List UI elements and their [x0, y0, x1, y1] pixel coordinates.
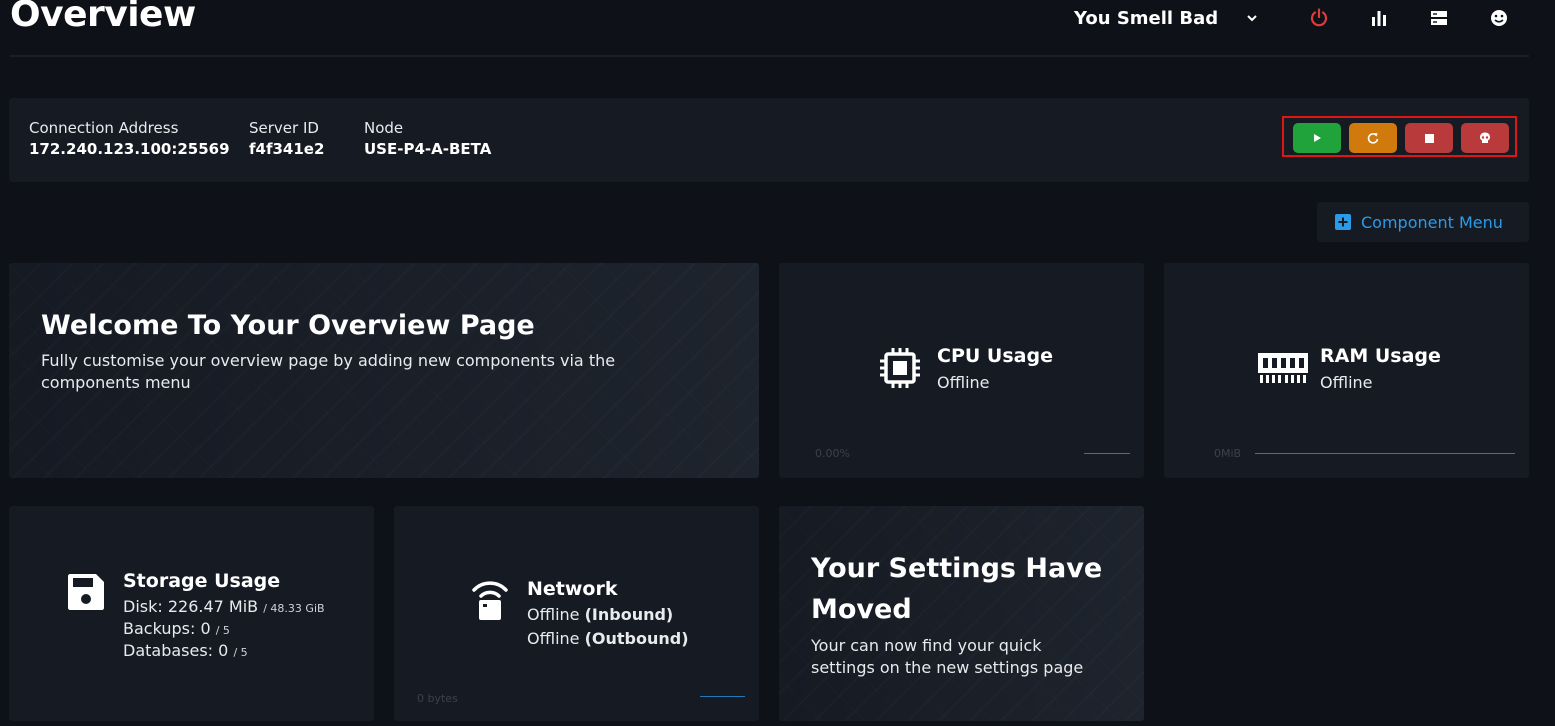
- network-outbound: Offline (Outbound): [527, 629, 689, 648]
- power-controls: [1282, 116, 1517, 157]
- ram-graph-label: 0MiB: [1214, 447, 1242, 460]
- kill-button[interactable]: [1461, 123, 1509, 153]
- backups-used: Backups: 0: [123, 619, 211, 638]
- component-menu-label: Component Menu: [1361, 212, 1503, 232]
- component-menu-button[interactable]: Component Menu: [1317, 202, 1529, 242]
- router-icon: [472, 581, 508, 620]
- bar-chart-icon[interactable]: [1369, 8, 1389, 28]
- connection-label: Connection Address: [29, 119, 179, 137]
- restart-button[interactable]: [1349, 123, 1397, 153]
- header: Overview You Smell Bad: [0, 0, 1555, 40]
- storage-databases: Databases: 0 / 5: [123, 641, 248, 660]
- settings-moved-text-1: Your can now find your quick: [811, 636, 1042, 655]
- floppy-disk-icon: [68, 574, 104, 610]
- network-title: Network: [527, 578, 618, 600]
- cpu-status: Offline: [937, 373, 990, 392]
- inbound-label: (Inbound): [584, 605, 674, 624]
- settings-moved-text-2: settings on the new settings page: [811, 658, 1084, 677]
- chevron-down-icon[interactable]: [1246, 9, 1258, 28]
- settings-moved-card: Your Settings Have Moved Your can now fi…: [779, 506, 1144, 721]
- storage-backups: Backups: 0 / 5: [123, 619, 230, 638]
- ram-title: RAM Usage: [1320, 345, 1441, 367]
- cpu-title: CPU Usage: [937, 345, 1053, 367]
- network-graph-line: [700, 696, 745, 697]
- network-inbound: Offline (Inbound): [527, 605, 673, 624]
- stop-button[interactable]: [1405, 123, 1453, 153]
- welcome-card: Welcome To Your Overview Page Fully cust…: [9, 263, 759, 478]
- network-card: Network Offline (Inbound) Offline (Outbo…: [394, 506, 759, 721]
- cpu-icon: [880, 348, 920, 388]
- ram-icon: [1258, 353, 1308, 383]
- welcome-title: Welcome To Your Overview Page: [41, 310, 535, 341]
- outbound-label: (Outbound): [584, 629, 689, 648]
- disk-used: Disk: 226.47 MiB: [123, 597, 259, 616]
- disk-total: / 48.33 GiB: [263, 602, 325, 615]
- page-title: Overview: [10, 0, 196, 35]
- databases-total: / 5: [233, 646, 248, 659]
- skull-icon: [1480, 132, 1490, 143]
- user-name: You Smell Bad: [1074, 8, 1219, 29]
- storage-usage-card: Storage Usage Disk: 226.47 MiB / 48.33 G…: [9, 506, 374, 721]
- server-id: Server ID f4f341e2: [249, 119, 324, 158]
- databases-used: Databases: 0: [123, 641, 229, 660]
- start-button[interactable]: [1293, 123, 1341, 153]
- backups-total: / 5: [215, 624, 230, 637]
- plus-square-icon: [1335, 214, 1351, 230]
- storage-title: Storage Usage: [123, 570, 281, 592]
- header-divider: [10, 55, 1529, 57]
- server-id-label: Server ID: [249, 119, 319, 137]
- user-menu[interactable]: You Smell Bad: [1074, 8, 1258, 29]
- power-icon[interactable]: [1309, 8, 1329, 28]
- node-label: Node: [364, 119, 404, 137]
- server-icon[interactable]: [1429, 8, 1449, 28]
- node: Node USE-P4-A-BETA: [364, 119, 491, 158]
- settings-moved-title-1: Your Settings Have: [811, 553, 1103, 584]
- outbound-status: Offline: [527, 629, 580, 648]
- ram-usage-card: RAM Usage Offline 0MiB: [1164, 263, 1529, 478]
- restart-icon: [1367, 133, 1379, 144]
- welcome-text: Fully customise your overview page by ad…: [41, 351, 616, 392]
- connection-address: Connection Address 172.240.123.100:25569: [29, 119, 230, 158]
- settings-moved-title-2: Moved: [811, 594, 912, 625]
- node-value: USE-P4-A-BETA: [364, 140, 492, 158]
- play-icon: [1314, 134, 1321, 142]
- storage-disk: Disk: 226.47 MiB / 48.33 GiB: [123, 597, 325, 616]
- cpu-usage-card: CPU Usage Offline 0.00%: [779, 263, 1144, 478]
- inbound-status: Offline: [527, 605, 580, 624]
- cpu-graph-label: 0.00%: [815, 447, 850, 460]
- network-graph-label: 0 bytes: [417, 692, 458, 705]
- server-id-value: f4f341e2: [249, 140, 325, 158]
- ram-status: Offline: [1320, 373, 1373, 392]
- smiley-icon[interactable]: [1489, 8, 1509, 28]
- cpu-graph-line: [1084, 453, 1130, 454]
- stop-icon: [1424, 133, 1434, 143]
- connection-value: 172.240.123.100:25569: [29, 140, 230, 158]
- ram-graph-line: [1255, 453, 1515, 454]
